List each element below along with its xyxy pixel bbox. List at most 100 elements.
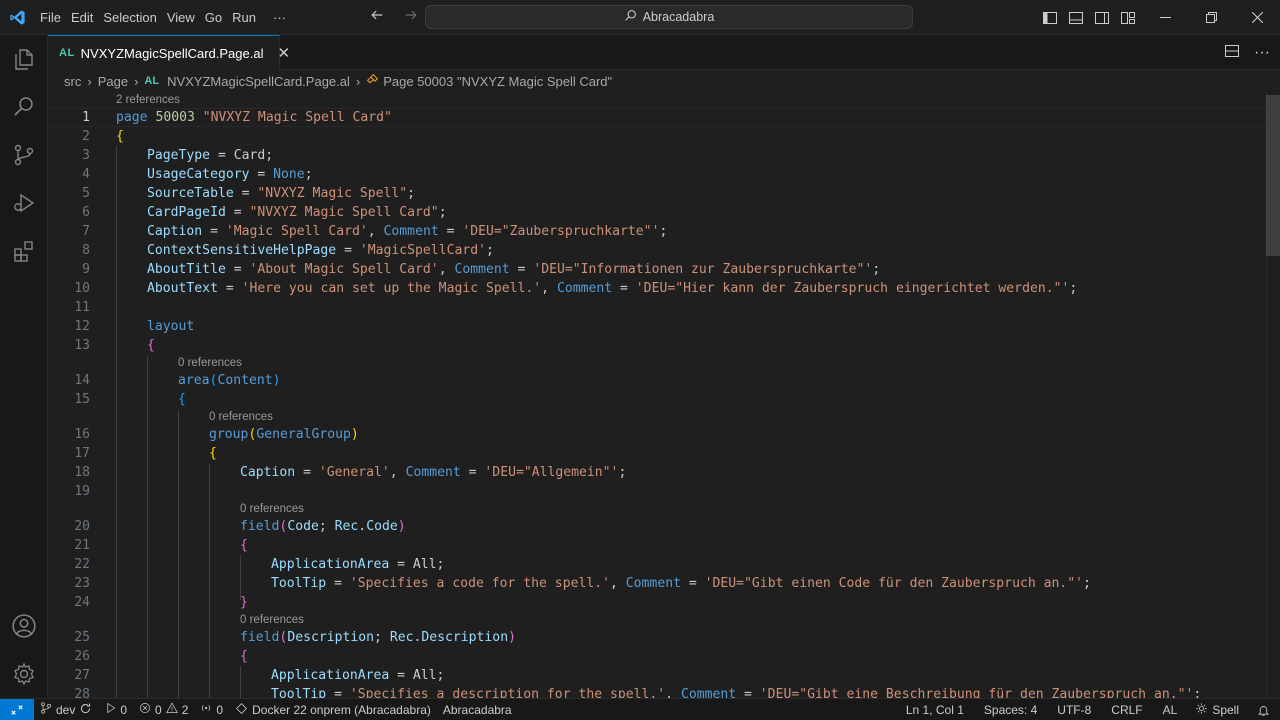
indent-guide (178, 410, 179, 698)
remote-indicator-icon[interactable] (0, 698, 34, 720)
line-number: 8 (82, 243, 90, 258)
line-number: 25 (74, 630, 90, 645)
al-file-icon: AL (144, 75, 160, 87)
ports-status[interactable]: 0 (194, 699, 229, 720)
minimize-icon[interactable] (1142, 0, 1188, 35)
line-number: 23 (74, 576, 90, 591)
explorer-icon[interactable] (0, 35, 48, 83)
broadcast-icon (200, 702, 212, 717)
menu-file[interactable]: File (35, 0, 66, 35)
code-line: CardPageId = "NVXYZ Magic Spell Card"; (147, 205, 447, 220)
breadcrumb: src › Page › AL NVXYZMagicSpellCard.Page… (48, 70, 1280, 92)
codelens-references[interactable]: 0 references (240, 503, 304, 515)
run-debug-icon[interactable] (0, 179, 48, 227)
spell-check-icon (1195, 702, 1208, 718)
indentation-status[interactable]: Spaces: 4 (974, 699, 1047, 720)
branch-status[interactable]: dev (34, 699, 98, 720)
split-editor-icon[interactable] (1224, 43, 1240, 62)
code-line: Caption = 'General', Comment = 'DEU="All… (240, 465, 627, 480)
vscode-logo-icon (0, 0, 35, 35)
language-mode[interactable]: AL (1153, 699, 1188, 720)
cursor-position[interactable]: Ln 1, Col 1 (896, 699, 974, 720)
codelens-references[interactable]: 0 references (209, 411, 273, 423)
line-number: 9 (82, 262, 90, 277)
toggle-secondary-sidebar-icon[interactable] (1093, 9, 1111, 27)
symbol-class-icon (366, 73, 379, 89)
customize-layout-icon[interactable] (1119, 9, 1137, 27)
breadcrumb-page[interactable]: Page (98, 74, 128, 89)
code-editor[interactable]: 2 references 0 references 0 references 0… (48, 92, 1280, 698)
line-number: 22 (74, 557, 90, 572)
line-number: 2 (82, 129, 90, 144)
line-number: 4 (82, 167, 90, 182)
breadcrumb-symbol[interactable]: Page 50003 "NVXYZ Magic Spell Card" (383, 74, 612, 89)
title-bar: File Edit Selection View Go Run ··· Abra… (0, 0, 1280, 35)
menu-go[interactable]: Go (200, 0, 227, 35)
sync-icon (79, 702, 92, 718)
extensions-icon[interactable] (0, 227, 48, 275)
eol-status[interactable]: CRLF (1101, 699, 1152, 720)
menu-more[interactable]: ··· (261, 0, 291, 35)
code-line: { (147, 338, 155, 353)
restore-icon[interactable] (1188, 0, 1234, 35)
codelens-references[interactable]: 0 references (240, 614, 304, 626)
status-bar: dev 0 0 2 0 Docker 22 onprem (Abracadabr… (0, 698, 1280, 720)
indent-guide (147, 356, 148, 698)
code-line: { (116, 129, 124, 144)
line-number: 17 (74, 446, 90, 461)
encoding-status[interactable]: UTF-8 (1047, 699, 1101, 720)
line-number: 20 (74, 519, 90, 534)
notifications-bell-icon[interactable] (1247, 699, 1280, 720)
command-center-label: Abracadabra (642, 10, 715, 24)
line-number: 21 (74, 538, 90, 553)
code-line: AboutTitle = 'About Magic Spell Card', C… (147, 262, 881, 277)
line-number: 24 (74, 595, 90, 610)
code-line: ApplicationArea = All; (271, 557, 445, 572)
breadcrumb-file[interactable]: NVXYZMagicSpellCard.Page.al (167, 74, 350, 89)
line-number: 3 (82, 148, 90, 163)
line-number: 27 (74, 668, 90, 683)
publish-status[interactable]: 0 (98, 699, 133, 720)
close-window-icon[interactable] (1234, 0, 1280, 35)
workspace-status[interactable]: Abracadabra (437, 699, 518, 720)
indent-guide (240, 555, 241, 600)
source-control-icon[interactable] (0, 131, 48, 179)
tab-close-icon[interactable]: ✕ (277, 44, 290, 62)
code-line: group(GeneralGroup) (209, 427, 359, 442)
scrollbar-thumb[interactable] (1266, 95, 1280, 256)
toggle-panel-icon[interactable] (1067, 9, 1085, 27)
codelens-references[interactable]: 2 references (116, 94, 180, 106)
vertical-scrollbar[interactable] (1266, 92, 1280, 698)
spell-status[interactable]: Spell (1187, 699, 1247, 720)
line-number: 10 (74, 281, 90, 296)
code-line: ToolTip = 'Specifies a code for the spel… (271, 576, 1091, 591)
error-icon (139, 702, 151, 717)
editor-tab-active[interactable]: AL NVXYZMagicSpellCard.Page.al ✕ (48, 35, 290, 70)
manage-gear-icon[interactable] (0, 650, 48, 698)
line-number: 19 (74, 484, 90, 499)
line-number: 11 (74, 300, 90, 315)
menu-view[interactable]: View (162, 0, 200, 35)
toggle-primary-sidebar-icon[interactable] (1041, 9, 1059, 27)
code-line: layout (147, 319, 195, 334)
menu-edit[interactable]: Edit (66, 0, 98, 35)
line-number: 16 (74, 427, 90, 442)
menu-run[interactable]: Run (227, 0, 261, 35)
line-number: 18 (74, 465, 90, 480)
account-icon[interactable] (0, 602, 48, 650)
breadcrumb-src[interactable]: src (64, 74, 81, 89)
go-forward-icon[interactable] (400, 8, 422, 27)
codelens-references[interactable]: 0 references (178, 357, 242, 369)
go-back-icon[interactable] (366, 8, 388, 27)
line-number: 26 (74, 649, 90, 664)
menu-selection[interactable]: Selection (98, 0, 161, 35)
chevron-right-icon: › (355, 73, 361, 89)
problems-status[interactable]: 0 2 (133, 699, 194, 720)
docker-status[interactable]: Docker 22 onprem (Abracadabra) (229, 699, 437, 720)
code-line: AboutText = 'Here you can set up the Mag… (147, 281, 1078, 296)
indent-guide (116, 146, 117, 698)
code-line: ContextSensitiveHelpPage = 'MagicSpellCa… (147, 243, 494, 258)
search-view-icon[interactable] (0, 83, 48, 131)
command-center-search[interactable]: Abracadabra (425, 5, 913, 29)
more-actions-icon[interactable]: ··· (1254, 44, 1270, 62)
